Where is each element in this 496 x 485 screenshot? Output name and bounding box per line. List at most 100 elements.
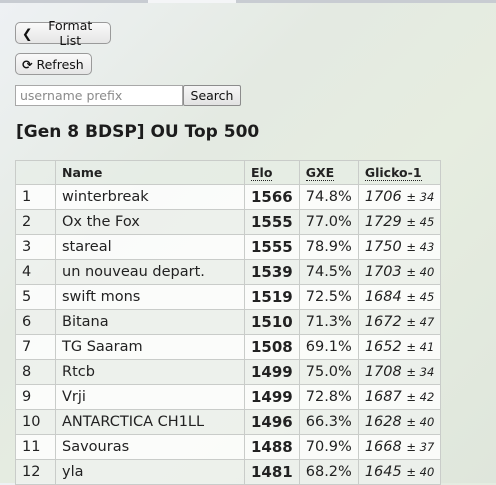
elo-cell: 1488 bbox=[244, 434, 300, 460]
glicko-rating: 1672 bbox=[364, 314, 402, 330]
gxe-cell: 68.2% bbox=[298, 459, 359, 485]
rank-cell: 11 bbox=[15, 434, 56, 460]
player-name-link[interactable]: swift mons bbox=[55, 284, 245, 310]
format-list-button[interactable]: ❮ Format List bbox=[15, 18, 111, 48]
rank-cell: 9 bbox=[15, 384, 56, 410]
player-name-link[interactable]: stareal bbox=[55, 234, 245, 260]
column-header-glicko: Glicko-1 bbox=[357, 160, 442, 185]
glicko-deviation: ± 34 bbox=[406, 190, 435, 204]
rank-cell: 10 bbox=[15, 409, 56, 435]
gxe-cell: 75.0% bbox=[298, 359, 359, 385]
elo-cell: 1519 bbox=[244, 284, 300, 310]
glicko-cell: 1729 ± 45 bbox=[357, 209, 442, 235]
gxe-cell: 71.3% bbox=[298, 309, 359, 335]
gxe-cell: 70.9% bbox=[298, 434, 359, 460]
gxe-cell: 77.0% bbox=[298, 209, 359, 235]
active-tab-marker bbox=[148, 0, 236, 3]
glicko-rating: 1628 bbox=[364, 414, 402, 430]
refresh-label: Refresh bbox=[36, 56, 84, 72]
top-window-strip bbox=[0, 0, 496, 3]
glicko-cell: 1703 ± 40 bbox=[357, 259, 442, 285]
glicko-cell: 1708 ± 34 bbox=[357, 359, 442, 385]
ladder-table: Name Elo GXE Glicko-1 1 winterbreak 1566 74… bbox=[15, 160, 442, 485]
glicko-deviation: ± 34 bbox=[406, 365, 435, 379]
ladder-row: 8 Rtcb 1499 75.0% 1708 ± 34 bbox=[15, 359, 442, 385]
glicko-rating: 1703 bbox=[364, 264, 402, 280]
glicko-deviation: ± 37 bbox=[406, 440, 435, 454]
ladder-row: 10 ANTARCTICA CH1LL 1496 66.3% 1628 ± 40 bbox=[15, 409, 442, 435]
elo-cell: 1510 bbox=[244, 309, 300, 335]
ladder-row: 6 Bitana 1510 71.3% 1672 ± 47 bbox=[15, 309, 442, 335]
ladder-row: 9 Vrji 1499 72.8% 1687 ± 42 bbox=[15, 384, 442, 410]
ladder-row: 4 un nouveau depart. 1539 74.5% 1703 ± 40 bbox=[15, 259, 442, 285]
glicko-cell: 1645 ± 40 bbox=[357, 459, 442, 485]
gxe-cell: 72.8% bbox=[298, 384, 359, 410]
glicko-rating: 1645 bbox=[364, 464, 402, 480]
ladder-title: [Gen 8 BDSP] OU Top 500 bbox=[16, 122, 260, 142]
glicko-deviation: ± 41 bbox=[406, 340, 435, 354]
player-name-link[interactable]: TG Saaram bbox=[55, 334, 245, 360]
player-name-link[interactable]: Rtcb bbox=[55, 359, 245, 385]
gxe-cell: 74.8% bbox=[298, 184, 359, 210]
gxe-cell: 74.5% bbox=[298, 259, 359, 285]
chevron-left-icon: ❮ bbox=[22, 25, 33, 41]
ladder-row: 11 Savouras 1488 70.9% 1668 ± 37 bbox=[15, 434, 442, 460]
ladder-row: 2 Ox the Fox 1555 77.0% 1729 ± 45 bbox=[15, 209, 442, 235]
rank-cell: 1 bbox=[15, 184, 56, 210]
glicko-rating: 1750 bbox=[364, 239, 402, 255]
glicko-cell: 1628 ± 40 bbox=[357, 409, 442, 435]
refresh-button[interactable]: ⟳ Refresh bbox=[15, 53, 92, 75]
glicko-rating: 1706 bbox=[364, 189, 402, 205]
elo-cell: 1499 bbox=[244, 359, 300, 385]
elo-cell: 1539 bbox=[244, 259, 300, 285]
gxe-cell: 66.3% bbox=[298, 409, 359, 435]
player-name-link[interactable]: Savouras bbox=[55, 434, 245, 460]
player-name-link[interactable]: winterbreak bbox=[55, 184, 245, 210]
glicko-deviation: ± 47 bbox=[406, 315, 435, 329]
player-name-link[interactable]: un nouveau depart. bbox=[55, 259, 245, 285]
gxe-cell: 69.1% bbox=[298, 334, 359, 360]
glicko-rating: 1668 bbox=[364, 439, 402, 455]
format-list-label: Format List bbox=[48, 18, 93, 48]
search-button[interactable]: Search bbox=[183, 85, 241, 106]
glicko-deviation: ± 40 bbox=[406, 465, 435, 479]
glicko-deviation: ± 45 bbox=[406, 215, 435, 229]
rank-cell: 4 bbox=[15, 259, 56, 285]
glicko-cell: 1668 ± 37 bbox=[357, 434, 442, 460]
glicko-rating: 1708 bbox=[364, 364, 402, 380]
player-name-link[interactable]: Bitana bbox=[55, 309, 245, 335]
column-header-elo: Elo bbox=[244, 160, 300, 185]
player-name-link[interactable]: ANTARCTICA CH1LL bbox=[55, 409, 245, 435]
player-name-link[interactable]: Vrji bbox=[55, 384, 245, 410]
glicko-cell: 1687 ± 42 bbox=[357, 384, 442, 410]
rank-cell: 8 bbox=[15, 359, 56, 385]
username-search-input[interactable] bbox=[15, 85, 183, 106]
glicko-deviation: ± 40 bbox=[406, 415, 435, 429]
ladder-row: 1 winterbreak 1566 74.8% 1706 ± 34 bbox=[15, 184, 442, 210]
column-header-gxe: GXE bbox=[298, 160, 359, 185]
glicko-cell: 1750 ± 43 bbox=[357, 234, 442, 260]
gxe-cell: 78.9% bbox=[298, 234, 359, 260]
elo-cell: 1555 bbox=[244, 234, 300, 260]
glicko-rating: 1687 bbox=[364, 389, 402, 405]
refresh-icon: ⟳ bbox=[22, 56, 33, 72]
glicko-cell: 1706 ± 34 bbox=[357, 184, 442, 210]
elo-cell: 1496 bbox=[244, 409, 300, 435]
ladder-row: 12 yla 1481 68.2% 1645 ± 40 bbox=[15, 459, 442, 485]
elo-cell: 1499 bbox=[244, 384, 300, 410]
player-name-link[interactable]: Ox the Fox bbox=[55, 209, 245, 235]
elo-cell: 1555 bbox=[244, 209, 300, 235]
ladder-header-row: Name Elo GXE Glicko-1 bbox=[15, 160, 442, 185]
glicko-rating: 1729 bbox=[364, 214, 402, 230]
rank-cell: 7 bbox=[15, 334, 56, 360]
glicko-deviation: ± 42 bbox=[406, 390, 435, 404]
glicko-cell: 1684 ± 45 bbox=[357, 284, 442, 310]
rank-cell: 12 bbox=[15, 459, 56, 485]
player-name-link[interactable]: yla bbox=[55, 459, 245, 485]
ladder-row: 3 stareal 1555 78.9% 1750 ± 43 bbox=[15, 234, 442, 260]
elo-cell: 1481 bbox=[244, 459, 300, 485]
glicko-rating: 1652 bbox=[364, 339, 402, 355]
rank-cell: 6 bbox=[15, 309, 56, 335]
elo-cell: 1508 bbox=[244, 334, 300, 360]
ladder-row: 5 swift mons 1519 72.5% 1684 ± 45 bbox=[15, 284, 442, 310]
